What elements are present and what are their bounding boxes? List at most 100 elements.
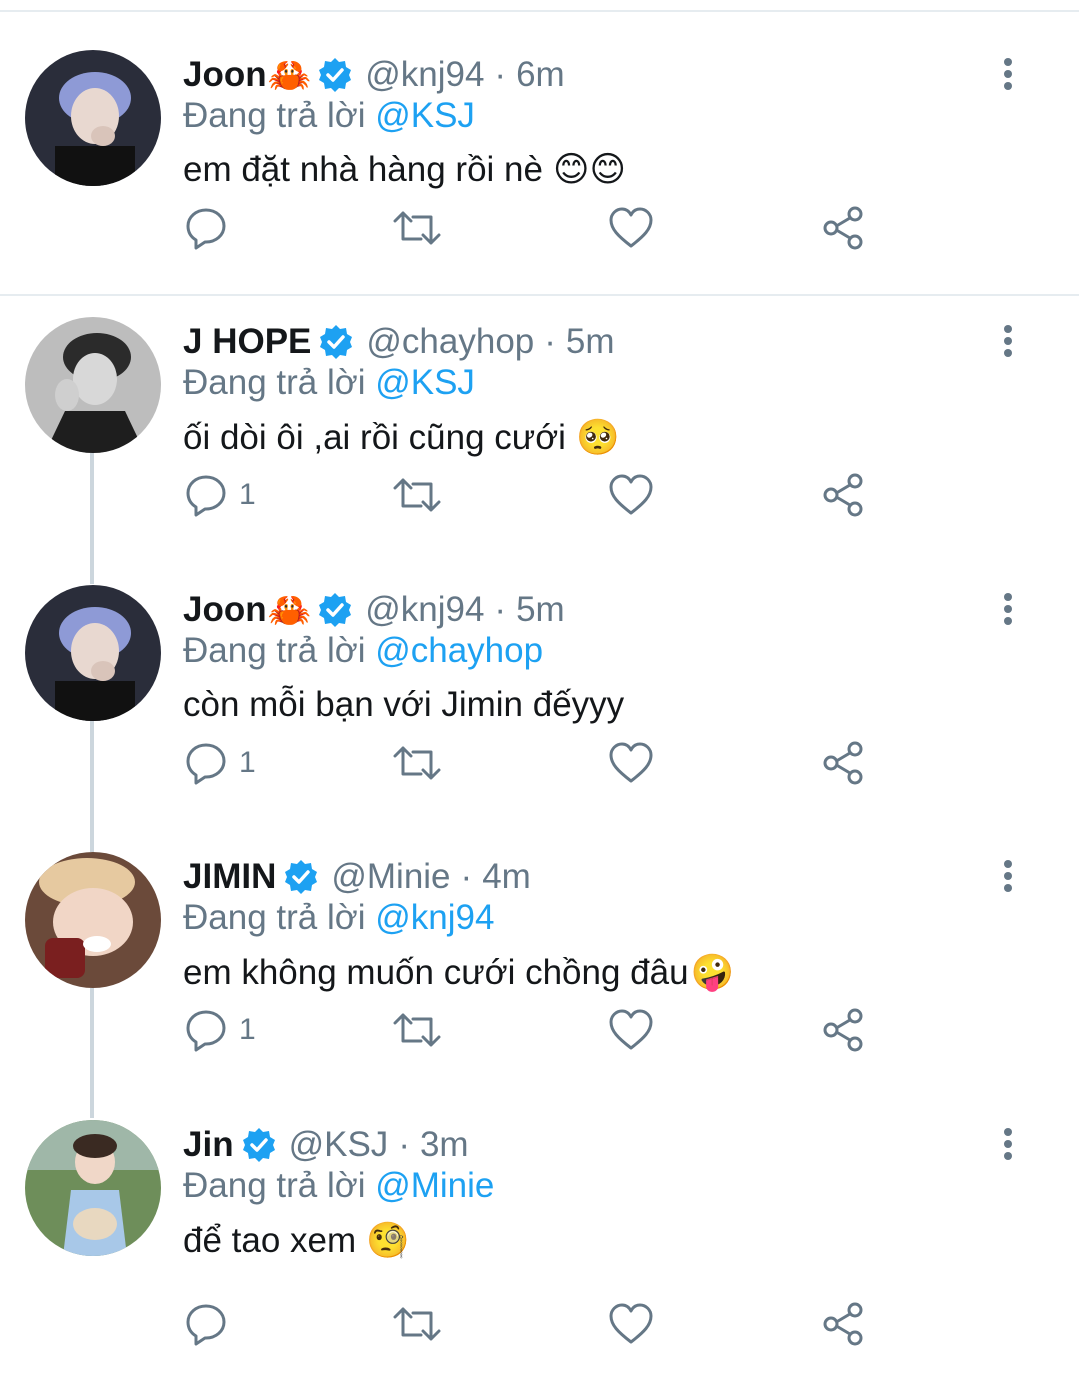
retweet-button[interactable] — [393, 1296, 441, 1352]
like-button[interactable] — [608, 1002, 654, 1058]
tweet[interactable]: JIMIN @Minie · 4m Đang trả lời @knj94 em… — [0, 852, 1079, 1120]
display-name[interactable]: J HOPE — [183, 322, 311, 362]
replying-label: Đang trả lời — [183, 1166, 366, 1205]
like-button[interactable] — [608, 735, 654, 791]
avatar[interactable] — [25, 585, 161, 721]
share-button[interactable] — [821, 200, 867, 256]
like-button[interactable] — [608, 200, 654, 256]
reply-button[interactable] — [183, 1296, 239, 1352]
retweet-button[interactable] — [393, 1002, 441, 1058]
share-button[interactable] — [821, 1002, 867, 1058]
display-name[interactable]: Joon — [183, 55, 267, 95]
reply-button[interactable]: 1 — [183, 467, 256, 523]
more-vertical-icon[interactable] — [995, 589, 1021, 629]
mention-link[interactable]: @Minie — [375, 1166, 494, 1205]
replying-to: Đang trả lời @chayhop — [183, 631, 543, 671]
more-vertical-icon[interactable] — [995, 1124, 1021, 1164]
avatar[interactable] — [25, 50, 161, 186]
tweet[interactable]: Joon 🦀 @knj94 · 5m Đang trả lời @chayhop… — [0, 585, 1079, 853]
reply-bubble-icon — [186, 475, 226, 517]
retweet-icon — [393, 1013, 441, 1047]
retweet-button[interactable] — [393, 735, 441, 791]
separator: · — [494, 590, 507, 629]
reply-button[interactable]: 1 — [183, 1002, 256, 1058]
action-bar: 1 — [183, 735, 883, 791]
replying-to: Đang trả lời @knj94 — [183, 898, 494, 938]
mention-link[interactable]: @chayhop — [375, 631, 543, 670]
replying-to: Đang trả lời @KSJ — [183, 96, 475, 136]
name-emoji: 🦀 — [267, 55, 312, 95]
timestamp[interactable]: 5m — [566, 322, 615, 362]
reply-count: 1 — [239, 1013, 256, 1046]
timestamp[interactable]: 3m — [420, 1125, 469, 1165]
retweet-icon — [393, 211, 441, 245]
retweet-button[interactable] — [393, 200, 441, 256]
share-button[interactable] — [821, 1296, 867, 1352]
tweet-body: em đặt nhà hàng rồi nè — [183, 150, 543, 189]
separator: · — [494, 55, 507, 94]
reply-button[interactable]: 1 — [183, 735, 256, 791]
mention-link[interactable]: @knj94 — [375, 898, 494, 937]
reply-count: 1 — [239, 746, 256, 779]
handle[interactable]: @knj94 — [365, 55, 484, 95]
verified-badge-icon — [242, 1128, 275, 1162]
timestamp[interactable]: 4m — [482, 857, 531, 897]
tweet-body: em không muốn cưới chồng đâu — [183, 952, 689, 992]
timestamp[interactable]: 5m — [516, 590, 565, 630]
tweet-emoji: 🧐 — [366, 1221, 410, 1260]
tweet[interactable]: Jin @KSJ · 3m Đang trả lời @Minie để tao… — [0, 1120, 1079, 1388]
tweet[interactable]: Joon 🦀 @knj94 · 6m Đang trả lời @KSJ em … — [0, 50, 1079, 318]
share-button[interactable] — [821, 467, 867, 523]
share-icon — [823, 1302, 863, 1346]
mention-link[interactable]: @KSJ — [375, 363, 475, 402]
reply-count: 1 — [239, 478, 256, 511]
tweet-emoji: 🥺 — [575, 418, 620, 457]
handle[interactable]: @Minie — [331, 857, 450, 897]
tweet-body: để tao xem — [183, 1220, 357, 1260]
heart-icon — [609, 207, 653, 248]
tweet-text: ối dòi ôi ,ai rồi cũng cưới 🥺 — [183, 417, 620, 458]
handle[interactable]: @knj94 — [365, 590, 484, 630]
display-name[interactable]: JIMIN — [183, 857, 276, 897]
mention-link[interactable]: @KSJ — [375, 96, 475, 135]
reply-button[interactable] — [183, 200, 239, 256]
verified-badge-icon — [319, 58, 352, 92]
separator: · — [460, 857, 473, 896]
tweet-text: em không muốn cưới chồng đâu 🤪 — [183, 952, 734, 993]
replying-label: Đang trả lời — [183, 363, 366, 402]
display-name[interactable]: Joon — [183, 590, 267, 630]
avatar[interactable] — [25, 852, 161, 988]
verified-badge-icon — [319, 593, 352, 627]
tweet-body: ối dòi ôi ,ai rồi cũng cưới — [183, 417, 566, 457]
timestamp[interactable]: 6m — [516, 55, 565, 95]
tweet-header: J HOPE @chayhop · 5m — [183, 319, 615, 365]
tweet-header: Joon 🦀 @knj94 · 6m — [183, 52, 565, 98]
handle[interactable]: @chayhop — [366, 322, 534, 362]
replying-to: Đang trả lời @KSJ — [183, 363, 475, 403]
separator: · — [398, 1125, 410, 1164]
tweet[interactable]: J HOPE @chayhop · 5m Đang trả lời @KSJ ố… — [0, 317, 1079, 585]
action-bar: 1 — [183, 467, 883, 523]
more-vertical-icon[interactable] — [995, 856, 1021, 896]
separator: · — [544, 322, 556, 361]
share-button[interactable] — [821, 735, 867, 791]
tweet-text: em đặt nhà hàng rồi nè 😊😊 — [183, 150, 626, 190]
action-bar — [183, 200, 883, 256]
top-divider — [0, 10, 1079, 12]
avatar[interactable] — [25, 317, 161, 453]
like-button[interactable] — [608, 467, 654, 523]
tweet-text: để tao xem 🧐 — [183, 1220, 410, 1261]
tweet-text: còn mỗi bạn với Jimin đếyyy — [183, 685, 634, 725]
reply-bubble-icon — [186, 1010, 226, 1052]
heart-icon — [609, 1009, 653, 1050]
handle[interactable]: @KSJ — [289, 1125, 389, 1165]
avatar[interactable] — [25, 1120, 161, 1256]
more-vertical-icon[interactable] — [995, 321, 1021, 361]
retweet-button[interactable] — [393, 467, 441, 523]
replying-label: Đang trả lời — [183, 96, 366, 135]
more-vertical-icon[interactable] — [995, 54, 1021, 94]
action-bar — [183, 1296, 883, 1352]
tweet-body: còn mỗi bạn với Jimin đếyyy — [183, 685, 625, 724]
display-name[interactable]: Jin — [183, 1125, 234, 1165]
like-button[interactable] — [608, 1296, 654, 1352]
